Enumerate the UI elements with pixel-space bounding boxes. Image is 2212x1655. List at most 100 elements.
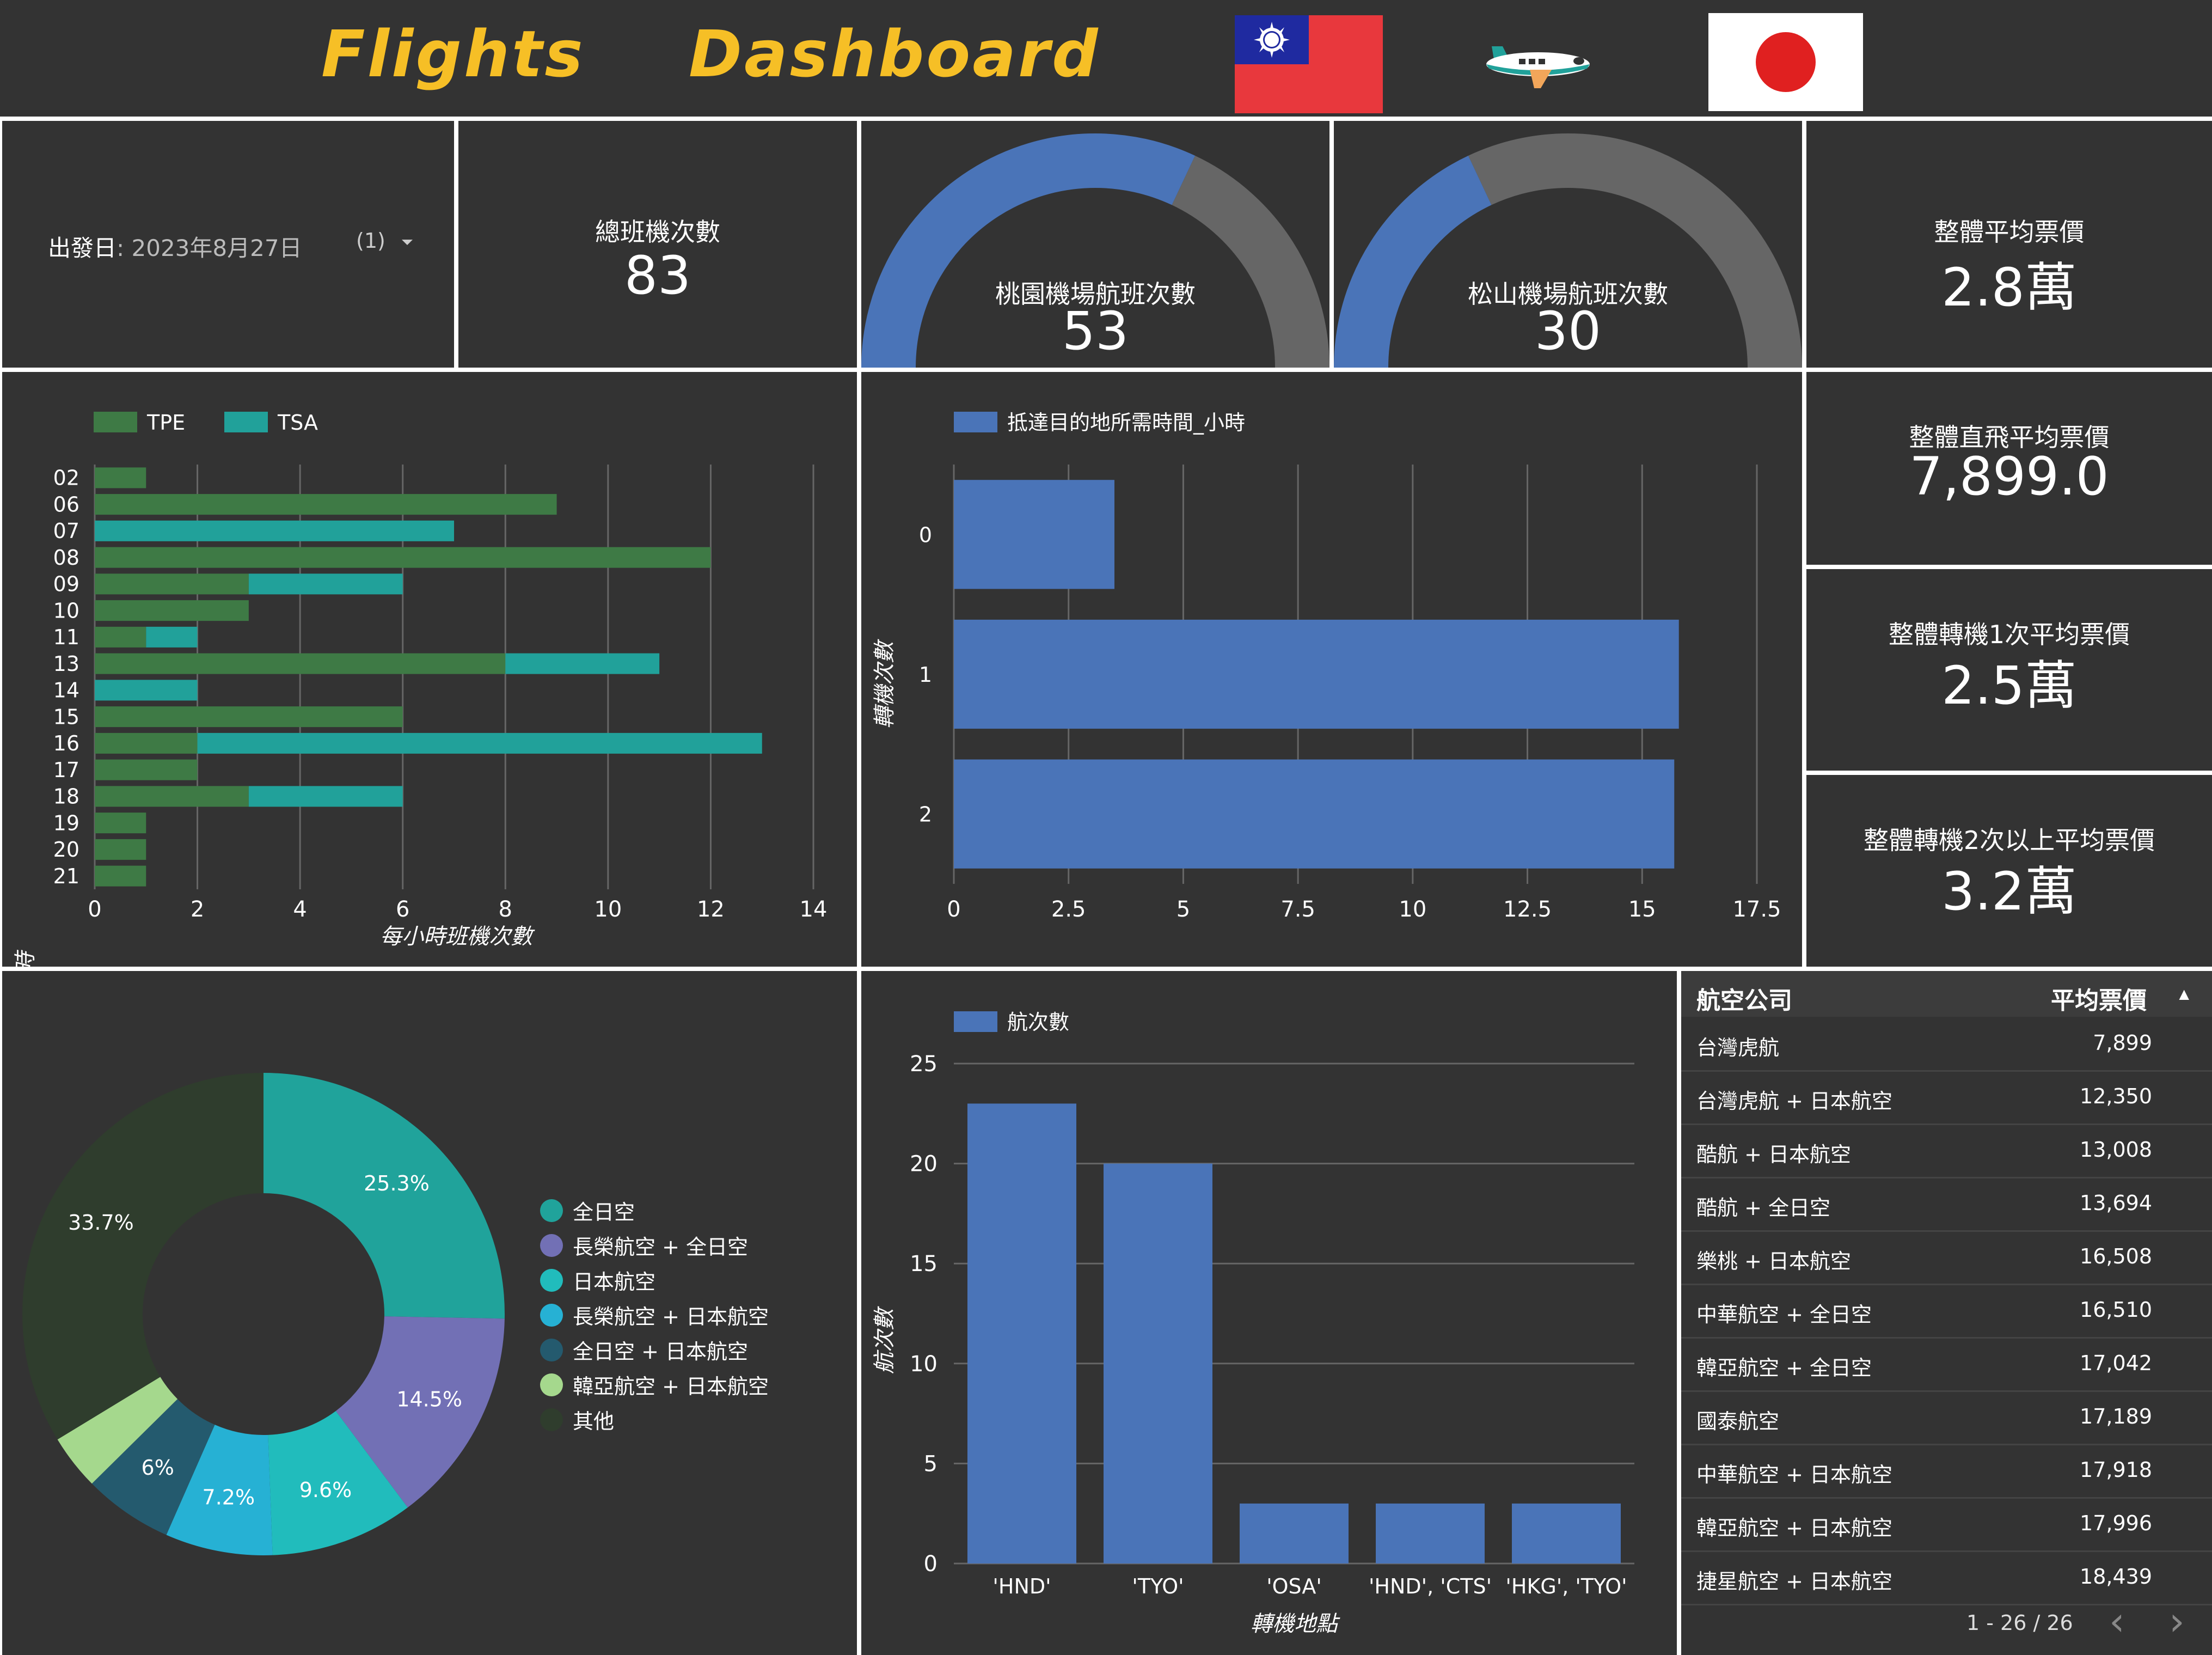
bar-tpe: [95, 759, 198, 780]
legend-swatch: [540, 1199, 563, 1222]
x-tick-label: 2: [191, 897, 204, 922]
x-tick-label: 'TYO': [1132, 1574, 1184, 1598]
x-tick-label: 'HND': [992, 1574, 1051, 1598]
japan-flag-icon: [1708, 13, 1863, 111]
bar-tsa: [197, 732, 762, 754]
title-word-flights: Flights: [321, 16, 585, 91]
donut-slice-label: 25.3%: [364, 1171, 430, 1195]
tsa-flights-value: 30: [1534, 301, 1602, 362]
legend-swatch-tsa: [224, 412, 268, 432]
bar-flight-count: [1512, 1503, 1621, 1564]
column-header-avg-price[interactable]: 平均票價: [2051, 981, 2147, 1016]
taiwan-flag-icon: [1235, 15, 1383, 113]
legend-swatch: [540, 1373, 563, 1396]
table-row[interactable]: 韓亞航空 + 全日空 17,042: [1681, 1337, 2212, 1392]
x-tick-label: 14: [800, 897, 828, 922]
bar-tpe: [95, 626, 146, 648]
cell-airline: 台灣虎航: [1696, 1036, 1780, 1060]
y-tick-label: 16: [53, 731, 79, 755]
y-tick-label: 14: [53, 679, 79, 703]
y-tick-label: 13: [53, 652, 79, 676]
next-page-icon[interactable]: ›: [2169, 1598, 2185, 1644]
filter-dropdown-icon[interactable]: [402, 240, 413, 245]
date-filter-panel[interactable]: 出發日: 2023年8月27日 (1): [2, 121, 454, 368]
transfer-location-chart-panel: 航次數 轉機地點 航次數 0 5 10 15 20 25 'HND' 'TYO' 'OSA' 'H…: [861, 971, 1677, 1655]
legend-swatch: [540, 1233, 563, 1257]
donut-slice-label: 14.5%: [396, 1387, 462, 1411]
total-flights-value: 83: [624, 245, 691, 306]
table-row[interactable]: 酷航 + 全日空 13,694: [1681, 1177, 2212, 1232]
cell-airline: 中華航空 + 全日空: [1696, 1303, 1872, 1327]
column-header-airline[interactable]: 航空公司: [1696, 981, 1792, 1016]
legend-swatch: [540, 1303, 563, 1327]
cell-airline: 酷航 + 日本航空: [1696, 1143, 1851, 1167]
cell-avg-price: 16,510: [2080, 1298, 2152, 1322]
bar-tpe: [95, 573, 249, 595]
legend-label: 其他: [573, 1409, 615, 1433]
legend-item: 其他: [540, 1404, 614, 1434]
x-tick-label: 7.5: [1280, 897, 1315, 922]
bar-tsa: [248, 573, 403, 595]
x-tick-label: 8: [499, 897, 512, 922]
sort-ascending-icon[interactable]: ▲: [2179, 986, 2189, 1001]
cell-airline: 酷航 + 全日空: [1696, 1196, 1830, 1220]
y-tick-label: 15: [910, 1251, 938, 1277]
cell-avg-price: 17,189: [2080, 1404, 2152, 1428]
legend-swatch: [540, 1408, 563, 1431]
x-tick-label: 10: [1399, 897, 1426, 922]
table-row[interactable]: 中華航空 + 日本航空 17,918: [1681, 1444, 2212, 1499]
x-tick-label: 0: [88, 897, 101, 922]
legend-item: 日本航空: [540, 1265, 655, 1295]
donut-slice: [264, 1073, 505, 1319]
table-row[interactable]: 國泰航空 17,189: [1681, 1390, 2212, 1445]
bar-tpe: [95, 706, 403, 728]
airline-price-table: 航空公司 平均票價 ▲ 台灣虎航 7,899 台灣虎航 + 日本航空 12,350 酷航…: [1681, 971, 2212, 1655]
cell-avg-price: 13,694: [2080, 1191, 2152, 1215]
cell-avg-price: 17,918: [2080, 1458, 2152, 1482]
cell-airline: 樂桃 + 日本航空: [1696, 1249, 1851, 1273]
legend-label-travel-time: 抵達目的地所需時間_小時: [1007, 411, 1245, 435]
cell-avg-price: 17,042: [2080, 1351, 2152, 1375]
table-row[interactable]: 捷星航空 + 日本航空 18,439: [1681, 1550, 2212, 1605]
legend-label: 全日空: [573, 1200, 635, 1224]
table-header: 航空公司 平均票價 ▲: [1681, 971, 2212, 1017]
bar-tpe: [95, 653, 506, 674]
legend-label: 長榮航空 + 全日空: [573, 1235, 748, 1259]
bar-tpe: [95, 547, 711, 568]
bar-tpe: [95, 732, 198, 754]
avg-price-value: 2.8萬: [1941, 257, 2077, 318]
bar-tsa: [146, 626, 198, 648]
x-tick-label: 0: [947, 897, 960, 922]
avg-price-card: 整體平均票價 2.8萬: [1806, 121, 2212, 368]
header-bar: Flights Dashboard: [0, 0, 2212, 117]
x-axis-title: 轉機地點: [1251, 1611, 1340, 1636]
table-row[interactable]: 韓亞航空 + 日本航空 17,996: [1681, 1497, 2212, 1552]
y-tick-label: 17: [53, 758, 79, 782]
cell-airline: 韓亞航空 + 日本航空: [1696, 1516, 1892, 1540]
cell-avg-price: 16,508: [2080, 1244, 2152, 1268]
two-stop-avg-price-value: 3.2萬: [1941, 861, 2077, 922]
donut-slice-label: 6%: [142, 1456, 174, 1480]
airline-share-donut-panel: 25.3% 14.5% 9.6% 7.2% 6% 33.7% 全日空 長榮航空 + 全日空日…: [2, 971, 857, 1655]
y-axis-title: 轉機次數: [872, 639, 897, 729]
bar-flight-count: [967, 1103, 1076, 1564]
table-row[interactable]: 中華航空 + 全日空 16,510: [1681, 1284, 2212, 1339]
table-row[interactable]: 台灣虎航 + 日本航空 12,350: [1681, 1070, 2212, 1125]
cell-airline: 國泰航空: [1696, 1409, 1780, 1433]
table-row[interactable]: 台灣虎航 7,899: [1681, 1017, 2212, 1072]
x-tick-label: 5: [1177, 897, 1190, 922]
legend-label-tpe: TPE: [146, 411, 185, 435]
x-tick-label: 4: [293, 897, 307, 922]
prev-page-icon[interactable]: ‹: [2109, 1598, 2125, 1644]
hourly-flights-chart: TPE TSA 每小時班機次數 出發日_時 024681012140206070…: [13, 411, 828, 967]
one-stop-avg-price-card: 整體轉機1次平均票價 2.5萬: [1806, 569, 2212, 771]
donut-slice-label: 33.7%: [68, 1211, 134, 1235]
legend-item: 長榮航空 + 全日空: [540, 1230, 748, 1260]
bar-tpe: [95, 467, 146, 488]
bar-tsa: [95, 680, 198, 701]
table-row[interactable]: 酷航 + 日本航空 13,008: [1681, 1123, 2212, 1178]
transfer-location-chart: 航次數 轉機地點 航次數 0 5 10 15 20 25 'HND' 'TYO' 'OSA' 'H…: [872, 1010, 1634, 1636]
table-row[interactable]: 樂桃 + 日本航空 16,508: [1681, 1230, 2212, 1285]
pagination-text: 1 - 26 / 26: [1966, 1611, 2073, 1635]
y-tick-label: 18: [53, 785, 79, 809]
